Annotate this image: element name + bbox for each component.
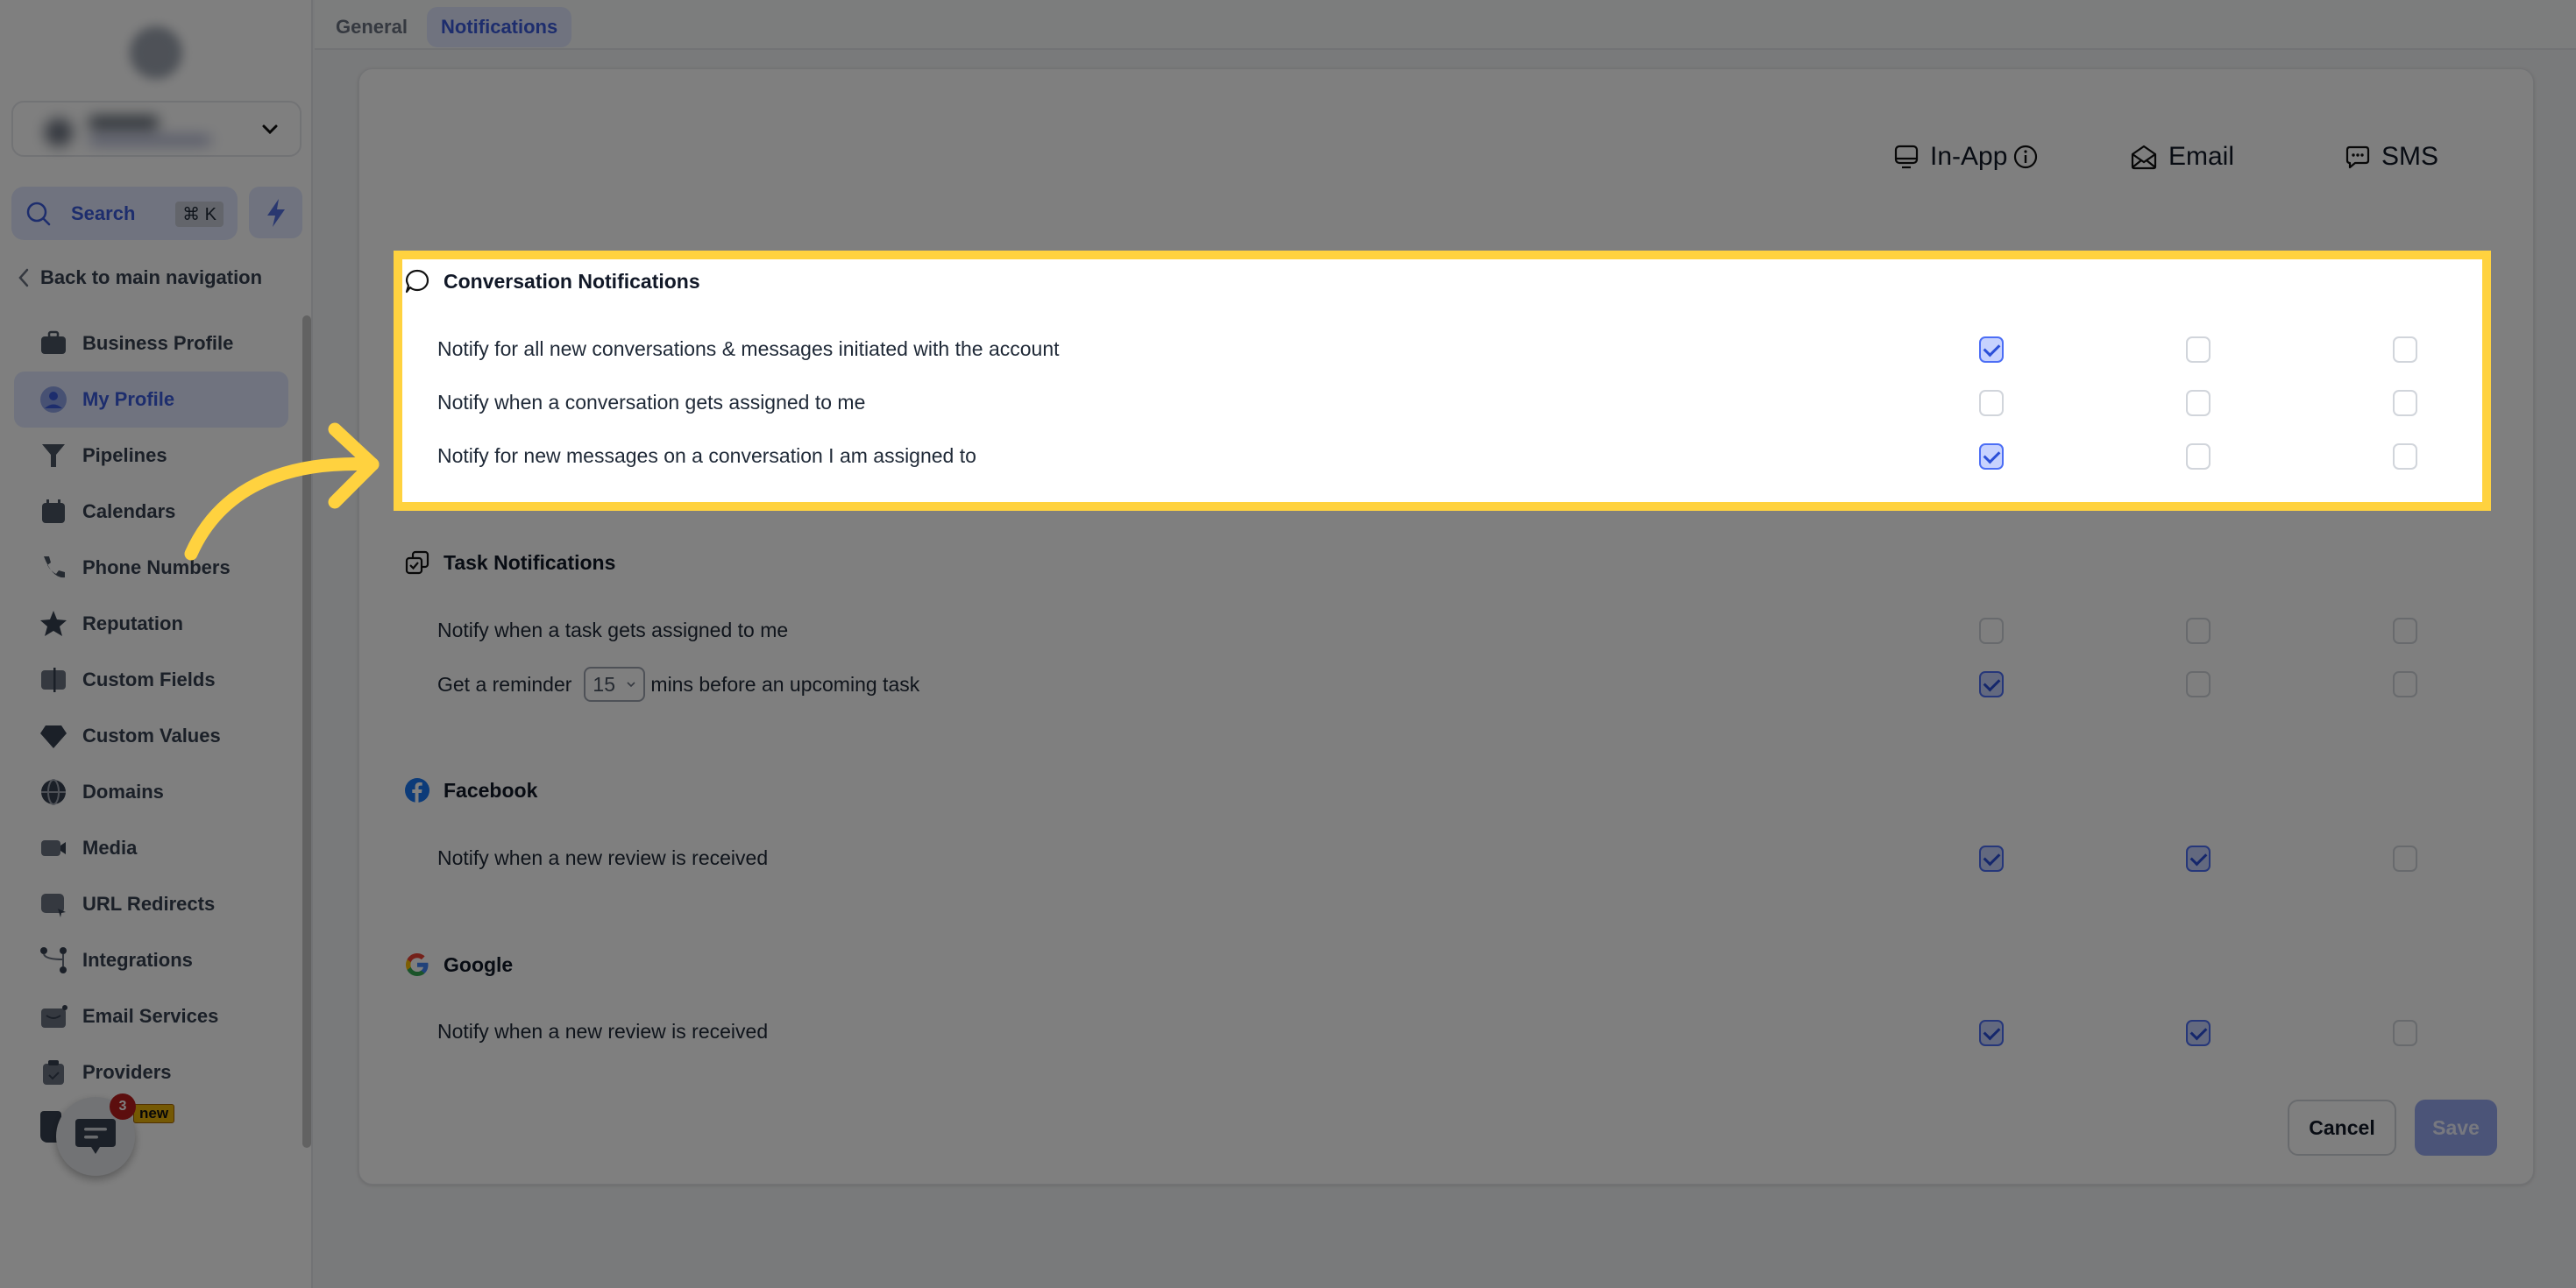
checkbox-in-app[interactable] [1979,390,2004,416]
checkbox-email[interactable] [2186,390,2211,416]
section-title-text: Conversation Notifications [444,269,700,293]
dim-overlay [0,0,2576,251]
row-label: Notify when a conversation gets assigned… [437,391,866,414]
dim-overlay [0,251,394,511]
dim-overlay [2491,251,2576,511]
row-label: Notify for new messages on a conversatio… [437,444,976,467]
checkbox-email[interactable] [2186,443,2211,470]
checkbox-sms[interactable] [2393,443,2417,470]
checkbox-in-app[interactable] [1979,336,2004,363]
checkbox-sms[interactable] [2393,390,2417,416]
checkbox-sms[interactable] [2393,336,2417,363]
row-label: Notify for all new conversations & messa… [437,337,1060,360]
section-title-conversation: Conversation Notifications [403,267,700,295]
chat-bubble-icon [405,269,429,294]
checkbox-email[interactable] [2186,336,2211,363]
dim-overlay [0,511,2576,1288]
checkbox-in-app[interactable] [1979,443,2004,470]
